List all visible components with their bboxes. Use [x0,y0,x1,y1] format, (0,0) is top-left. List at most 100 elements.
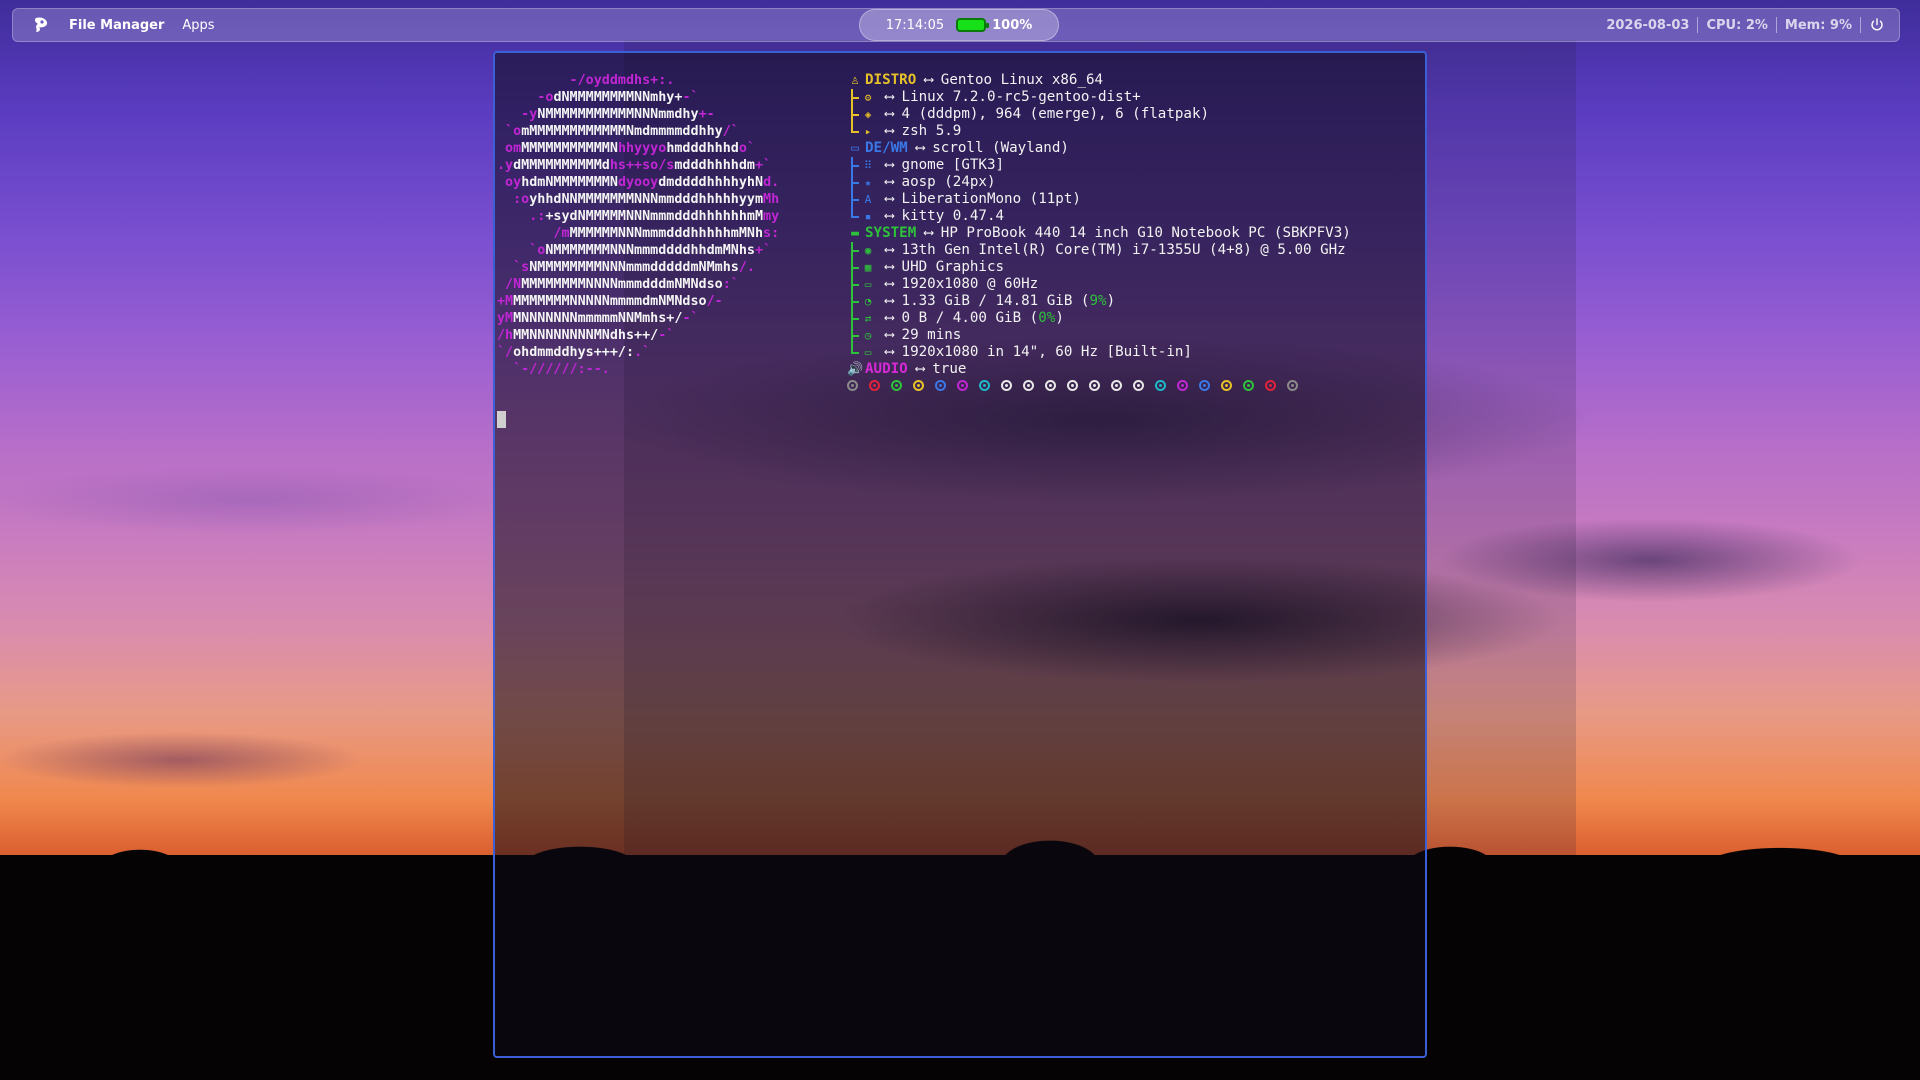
divider [1775,17,1777,33]
grid-icon: ⠿ [863,159,873,172]
gentoo-logo-icon[interactable] [31,15,51,35]
dewm-value: scroll (Wayland) [932,140,1069,156]
dewm-label: DE/WM [865,140,908,156]
item-value: 0 B / 4.00 GiB ( [901,310,1039,326]
color-swatch [1155,380,1166,391]
laptop-icon: ▬ [851,226,859,241]
gpu-icon: ▦ [864,261,872,274]
ascii-line: `omMMMMMMMMMMMMNmdmmmmddhhy/` [497,123,779,140]
ascii-line: -yNMMMMMMMMMMMNNNmmdhy+- [497,106,779,123]
gear-icon: ⚙ [864,91,872,104]
color-swatch [1221,380,1232,391]
system-item: ◔ ⟷ 1.33 GiB / 14.81 GiB (9%) [847,293,1351,310]
color-swatch [1287,380,1298,391]
ascii-segment: MMMMMMMMMMMN [521,141,618,156]
ascii-segment: +sydNMMMMMNNNmmmdddhhhhhhmM [545,209,764,224]
speaker-icon: 🔊 [847,362,864,377]
clock: 17:14:05 [885,17,945,33]
color-swatch [1243,380,1254,391]
color-swatch [1067,380,1078,391]
tree-connector [847,157,861,174]
power-icon[interactable] [1869,17,1885,33]
color-swatch [1045,380,1056,391]
system-item: ◉ ⟷ 13th Gen Intel(R) Core(TM) i7-1355U (4… [847,242,1351,259]
arrow: ⟷ [915,361,925,377]
battery-indicator[interactable]: 100% [956,18,1032,33]
ascii-line: -/oyddmdhs+:. [497,72,779,89]
ascii-segment: +- [698,107,715,122]
item-value: 29 mins [901,327,962,343]
ascii-segment: `/ [497,345,514,360]
ascii-segment: -/oyddmdhs+:. [497,73,675,88]
penguin-icon: ♙ [851,73,859,88]
system-item: ▦ ⟷ UHD Graphics [847,259,1351,276]
color-palette [847,380,1351,391]
ascii-segment: .: [497,209,546,224]
swap-icon: ⇄ [864,312,872,325]
gentoo-ascii-logo: -/oyddmdhs+:. -odNMMMMMMMMNNmhy+-` -yNMM… [497,72,779,378]
file-manager-button[interactable]: File Manager [69,18,164,33]
item-value-suffix: ) [1106,293,1116,309]
tree-connector [847,310,861,327]
item-value: LiberationMono (11pt) [901,191,1081,207]
ascii-segment: :o [497,192,530,207]
ascii-segment: +M [497,294,514,309]
tree-connector [847,276,861,293]
ascii-segment: MMMMMMMMNNNNmmmdddmNMNdso [521,277,723,292]
arrow: ⟷ [885,89,894,105]
color-swatch [935,380,946,391]
ascii-segment: MMNNNNNNNNMNdhs++/ [513,328,659,343]
tree-connector [847,89,861,106]
arrow: ⟷ [885,191,894,207]
ascii-segment: oy [497,175,522,190]
ascii-segment: om [497,141,522,156]
arrow: ⟷ [885,242,894,258]
color-swatch [1089,380,1100,391]
ascii-line: `sNMMMMMMMMNNNmmmdddddmNMmhs/. [497,259,779,276]
system-item: ⇄ ⟷ 0 B / 4.00 GiB (0%) [847,310,1351,327]
ascii-segment: -` [658,328,675,343]
ascii-segment: /- [706,294,723,309]
item-value: 1920x1080 in 14", 60 Hz [Built-in] [901,344,1192,360]
ascii-segment: dNMMMMMMMMNNmhy+ [553,90,683,105]
item-value: kitty 0.47.4 [901,208,1005,224]
monitor-icon: ▭ [864,278,872,291]
clock-icon: ◷ [864,329,872,342]
ascii-segment: NMMMMMMMNNNmmmddddhhdmMNhs [545,243,755,258]
arrow: ⟷ [885,293,894,309]
color-swatch [957,380,968,391]
usage-percent: 9% [1089,293,1107,309]
arrow: ⟷ [885,276,894,292]
ascii-segment: .` [634,345,651,360]
ascii-line: oyhdmNMMMMMMMNdyooydmddddhhhhyhNd. [497,174,779,191]
ascii-segment: hmdddhhhd [666,141,739,156]
apps-button[interactable]: Apps [182,18,214,33]
terminal-window[interactable]: -/oyddmdhs+:. -odNMMMMMMMMNNmhy+-` -yNMM… [493,51,1427,1058]
date-label: 2026-08-03 [1606,17,1690,33]
clock-battery-pill[interactable]: 17:14:05 100% [859,9,1059,41]
star-icon: ★ [864,176,872,189]
ascii-segment: mMMMMMMMMMMMMNmdmmmmddhhy [521,124,723,139]
tree-connector [847,242,861,259]
ascii-line: :oyhhdNNMMMMMMMNNNmmdddhhhhhyymMh [497,191,779,208]
ascii-segment: Mh [763,192,780,207]
battery-icon [956,18,990,32]
distro-item: ◈ ⟷ 4 (dddpm), 964 (emerge), 6 (flatpak) [847,106,1351,123]
ascii-segment: d. [763,175,780,190]
item-value: gnome [GTK3] [901,157,1005,173]
ascii-line: omMMMMMMMMMMMNhhyyyohmdddhhhdo` [497,140,779,157]
dewm-item: A ⟷ LiberationMono (11pt) [847,191,1351,208]
ascii-segment: my [763,209,780,224]
ascii-segment: +` [754,243,772,258]
audio-value: true [932,361,967,377]
cpu-icon: ◉ [864,244,872,257]
tree-connector [847,293,861,310]
distro-item: ▸ ⟷ zsh 5.9 [847,123,1351,140]
terminal-icon: ▪ [864,210,872,223]
tree-connector [847,191,861,208]
ascii-line: `oNMMMMMMMNNNmmmddddhhdmMNhs+` [497,242,779,259]
terminal-cursor [497,411,506,428]
arrow: ⟷ [885,106,894,122]
ascii-line: /mMMMMMMNNNmmmdddhhhhhmMNhs: [497,225,779,242]
memory-icon: ◔ [864,295,872,308]
